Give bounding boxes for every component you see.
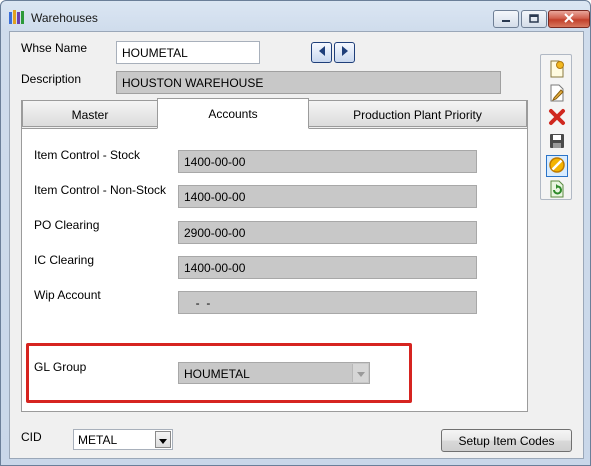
setup-item-codes-button[interactable]: Setup Item Codes <box>441 429 572 452</box>
new-record-button[interactable] <box>546 59 568 81</box>
side-toolbar <box>540 54 572 200</box>
title-bar[interactable]: Warehouses <box>1 1 590 31</box>
tab-production-plant-priority[interactable]: Production Plant Priority <box>308 100 527 127</box>
arrow-left-icon <box>317 45 327 60</box>
warehouses-window: Warehouses Whse Name HOUMETAL Descriptio… <box>0 0 591 466</box>
next-record-button[interactable] <box>334 42 355 63</box>
edit-record-button[interactable] <box>546 83 568 105</box>
whse-name-field[interactable]: HOUMETAL <box>116 41 260 64</box>
cancel-record-button[interactable] <box>546 155 568 177</box>
close-icon <box>564 12 574 26</box>
item-control-stock-field[interactable]: 1400-00-00 <box>178 150 477 173</box>
refresh-icon <box>548 180 566 201</box>
window-title: Warehouses <box>31 11 98 25</box>
save-icon <box>548 132 566 153</box>
wip-account-label: Wip Account <box>34 288 101 302</box>
previous-record-button[interactable] <box>311 42 332 63</box>
minimize-icon <box>501 12 511 26</box>
minimize-button[interactable] <box>493 10 519 28</box>
save-record-button[interactable] <box>546 131 568 153</box>
form-client-area: Whse Name HOUMETAL Description HOUSTON W… <box>9 31 584 459</box>
item-control-stock-label: Item Control - Stock <box>34 148 141 162</box>
cancel-icon <box>548 156 566 177</box>
cid-label: CID <box>21 430 42 444</box>
delete-record-button[interactable] <box>546 107 568 129</box>
cid-dropdown-arrow[interactable] <box>155 431 171 448</box>
item-control-nonstock-label: Item Control - Non-Stock <box>34 183 167 197</box>
gl-group-highlight-box <box>26 343 412 403</box>
tab-master[interactable]: Master <box>22 100 158 127</box>
ic-clearing-field[interactable]: 1400-00-00 <box>178 256 477 279</box>
chevron-down-icon <box>159 433 167 447</box>
close-button[interactable] <box>548 10 590 28</box>
arrow-right-icon <box>340 45 350 60</box>
refresh-record-button[interactable] <box>546 179 568 201</box>
maximize-icon <box>529 12 539 26</box>
po-clearing-field[interactable]: 2900-00-00 <box>178 221 477 244</box>
edit-icon <box>548 84 566 105</box>
tab-accounts[interactable]: Accounts <box>157 98 309 129</box>
item-control-nonstock-field[interactable]: 1400-00-00 <box>178 185 477 208</box>
cid-value: METAL <box>78 433 118 447</box>
maximize-button[interactable] <box>521 10 547 28</box>
whse-name-label: Whse Name <box>21 41 88 55</box>
delete-icon <box>548 108 566 129</box>
ic-clearing-label: IC Clearing <box>34 253 95 267</box>
app-icon <box>9 10 25 24</box>
cid-combo[interactable]: METAL <box>73 429 173 450</box>
po-clearing-label: PO Clearing <box>34 218 100 232</box>
description-field[interactable]: HOUSTON WAREHOUSE <box>116 71 501 94</box>
new-icon <box>548 60 566 81</box>
description-label: Description <box>21 72 82 86</box>
wip-account-field[interactable]: - - <box>178 291 477 314</box>
